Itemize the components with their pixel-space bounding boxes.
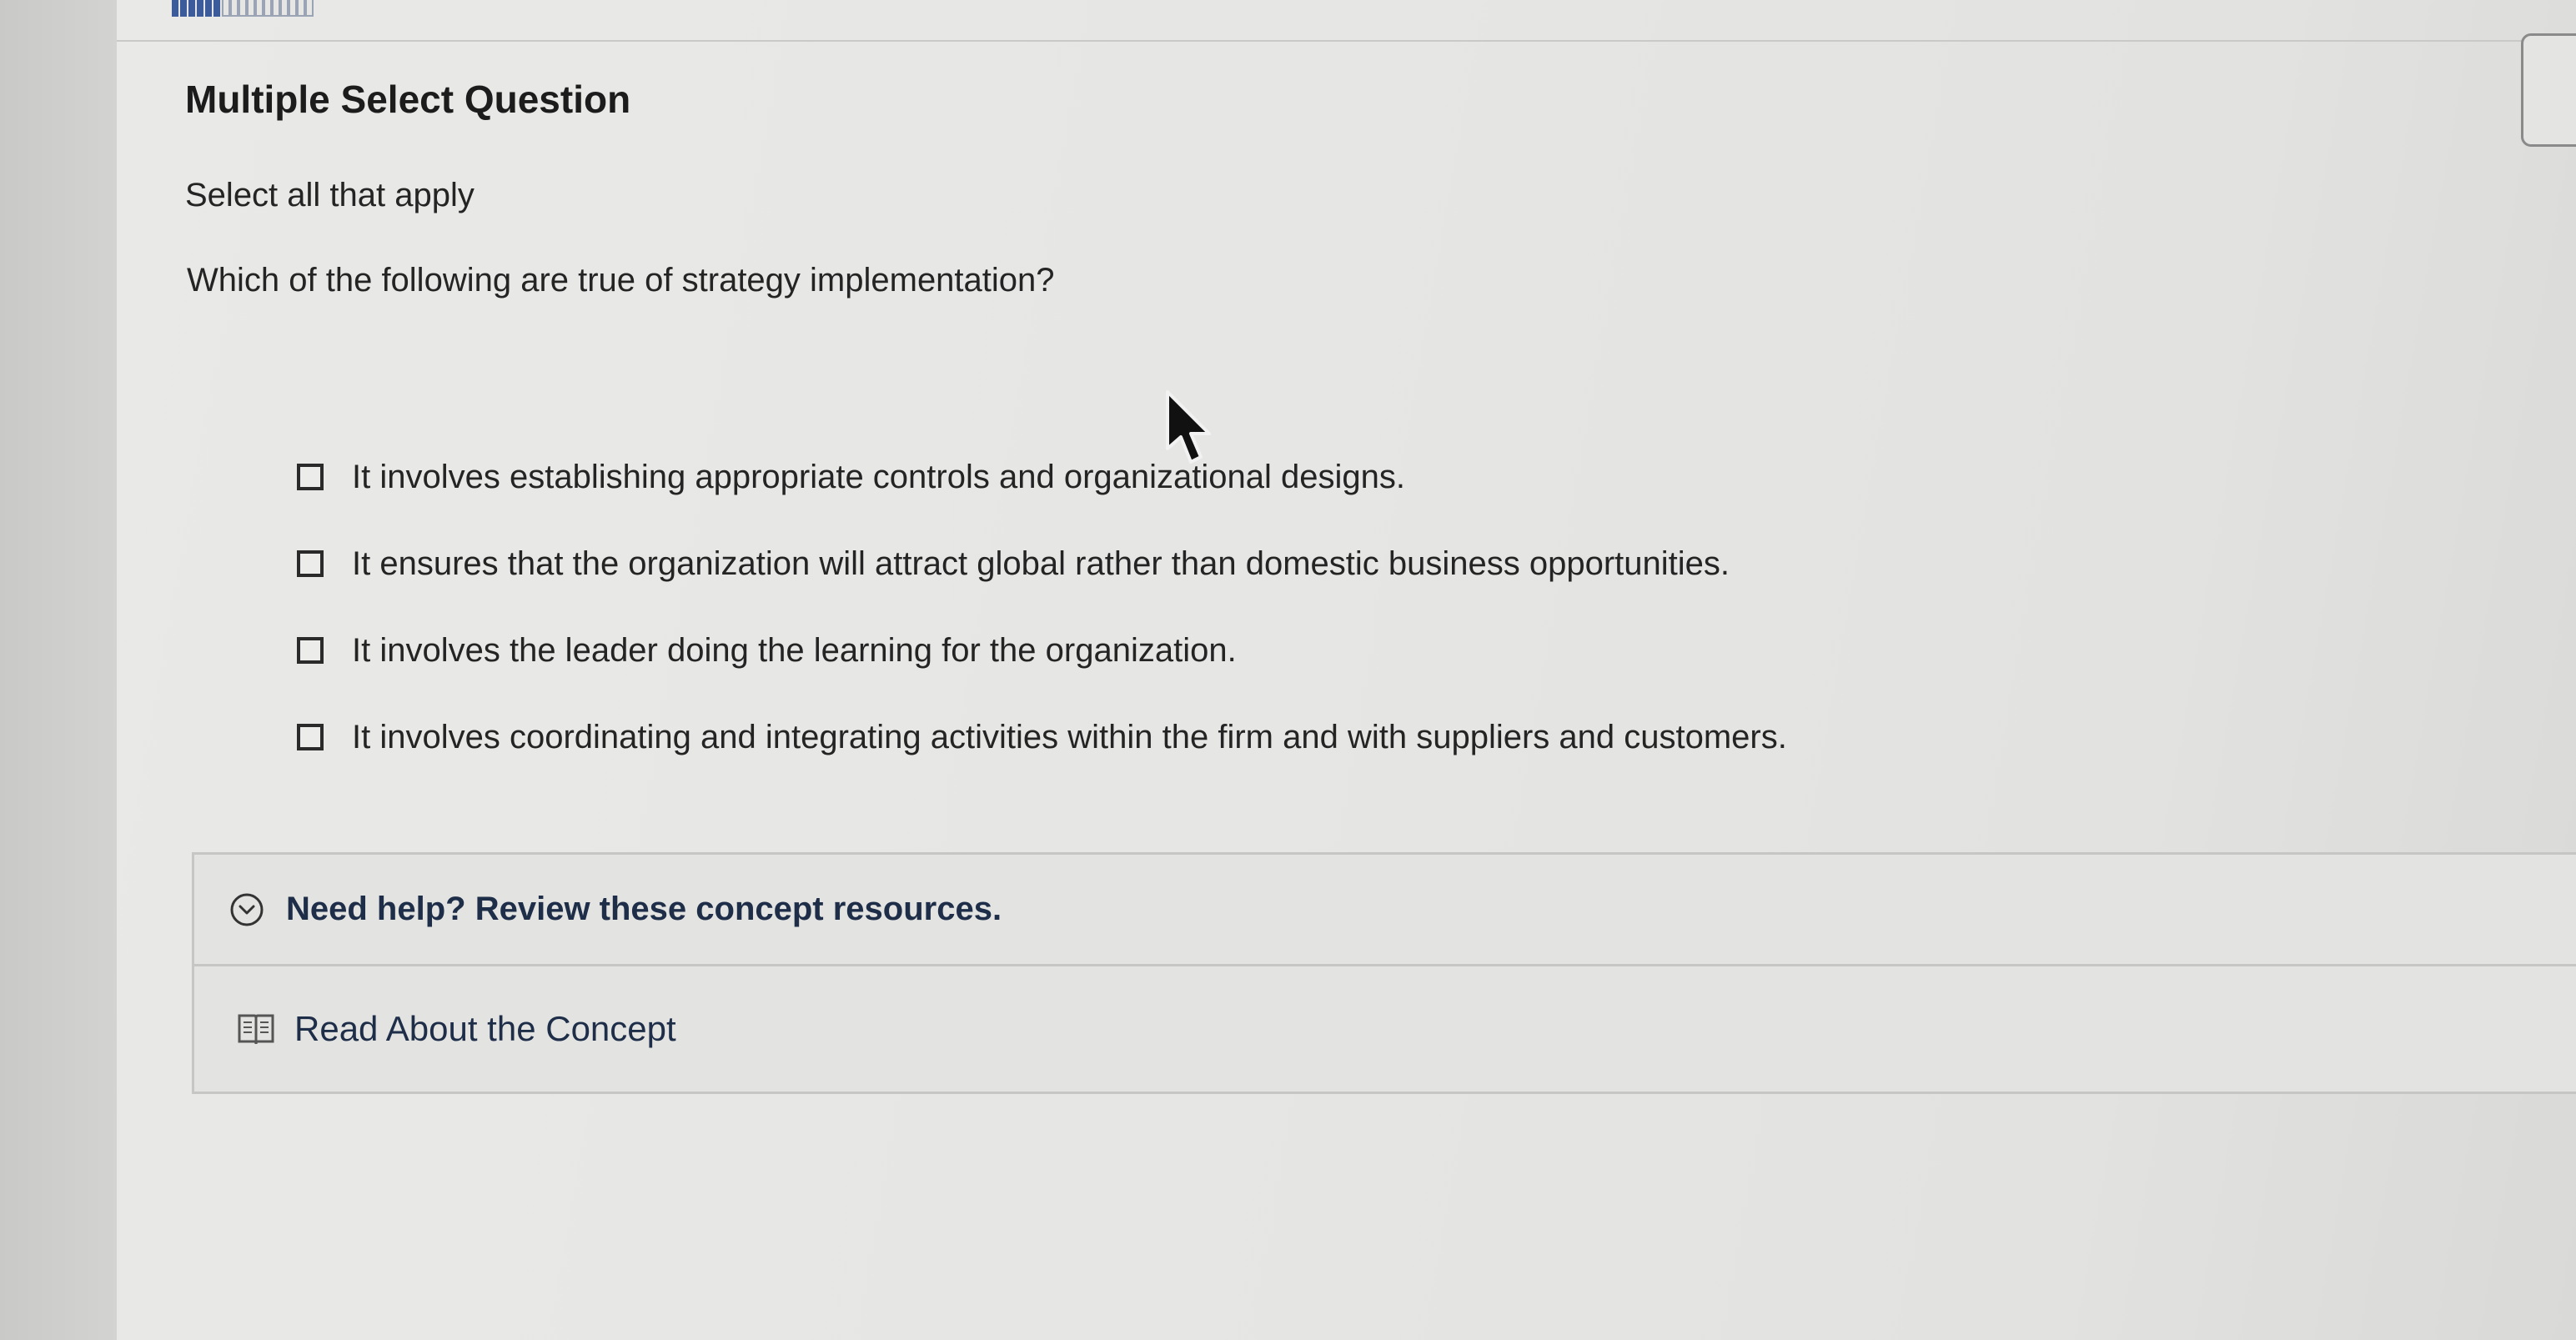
question-page: Multiple Select Question Select all that…	[117, 0, 2576, 1340]
progress-segment	[305, 0, 314, 17]
progress-segment	[289, 0, 297, 17]
answer-option-2[interactable]: It ensures that the organization will at…	[297, 520, 2298, 607]
progress-segment	[188, 0, 197, 17]
answer-checkbox[interactable]	[297, 637, 324, 664]
chevron-down-circle-icon	[230, 893, 264, 926]
progress-segment	[180, 0, 188, 17]
progress-segment	[247, 0, 255, 17]
answer-option-1[interactable]: It involves establishing appropriate con…	[297, 434, 2298, 520]
question-prompt: Which of the following are true of strat…	[187, 262, 1055, 299]
progress-segment	[239, 0, 247, 17]
book-icon	[238, 1014, 274, 1045]
side-panel-tab[interactable]	[2521, 33, 2576, 147]
progress-segment	[264, 0, 272, 17]
answer-option-label: It ensures that the organization will at…	[352, 545, 1730, 582]
question-instruction: Select all that apply	[185, 177, 475, 213]
answer-checkbox[interactable]	[297, 724, 324, 750]
mouse-cursor-icon	[1166, 390, 1211, 464]
progress-segment	[172, 0, 180, 17]
answer-option-label: It involves the leader doing the learnin…	[352, 631, 1237, 669]
progress-indicator	[172, 0, 389, 17]
answer-option-label: It involves coordinating and integrating…	[352, 718, 1787, 755]
screen-bezel	[0, 0, 117, 1340]
answer-option-label: It involves establishing appropriate con…	[352, 458, 1405, 495]
answer-option-4[interactable]: It involves coordinating and integrating…	[297, 694, 2298, 780]
concept-resources-panel: Need help? Review these concept resource…	[192, 852, 2576, 1094]
progress-segment	[272, 0, 280, 17]
progress-segment	[255, 0, 264, 17]
concept-resources-title: Need help? Review these concept resource…	[286, 891, 1002, 927]
answer-checkbox[interactable]	[297, 550, 324, 577]
progress-segment	[280, 0, 289, 17]
answer-checkbox[interactable]	[297, 464, 324, 490]
progress-segment	[205, 0, 213, 17]
answer-option-3[interactable]: It involves the leader doing the learnin…	[297, 607, 2298, 694]
progress-segment	[297, 0, 305, 17]
question-type-heading: Multiple Select Question	[185, 78, 631, 121]
progress-segment	[222, 0, 230, 17]
progress-segment	[230, 0, 239, 17]
header-divider	[117, 40, 2576, 42]
read-about-concept-link[interactable]: Read About the Concept	[194, 966, 2576, 1092]
answer-options: It involves establishing appropriate con…	[297, 434, 2298, 780]
progress-segment	[213, 0, 222, 17]
read-about-concept-label: Read About the Concept	[294, 1009, 676, 1048]
progress-segment	[197, 0, 205, 17]
concept-resources-toggle[interactable]: Need help? Review these concept resource…	[194, 855, 2576, 966]
